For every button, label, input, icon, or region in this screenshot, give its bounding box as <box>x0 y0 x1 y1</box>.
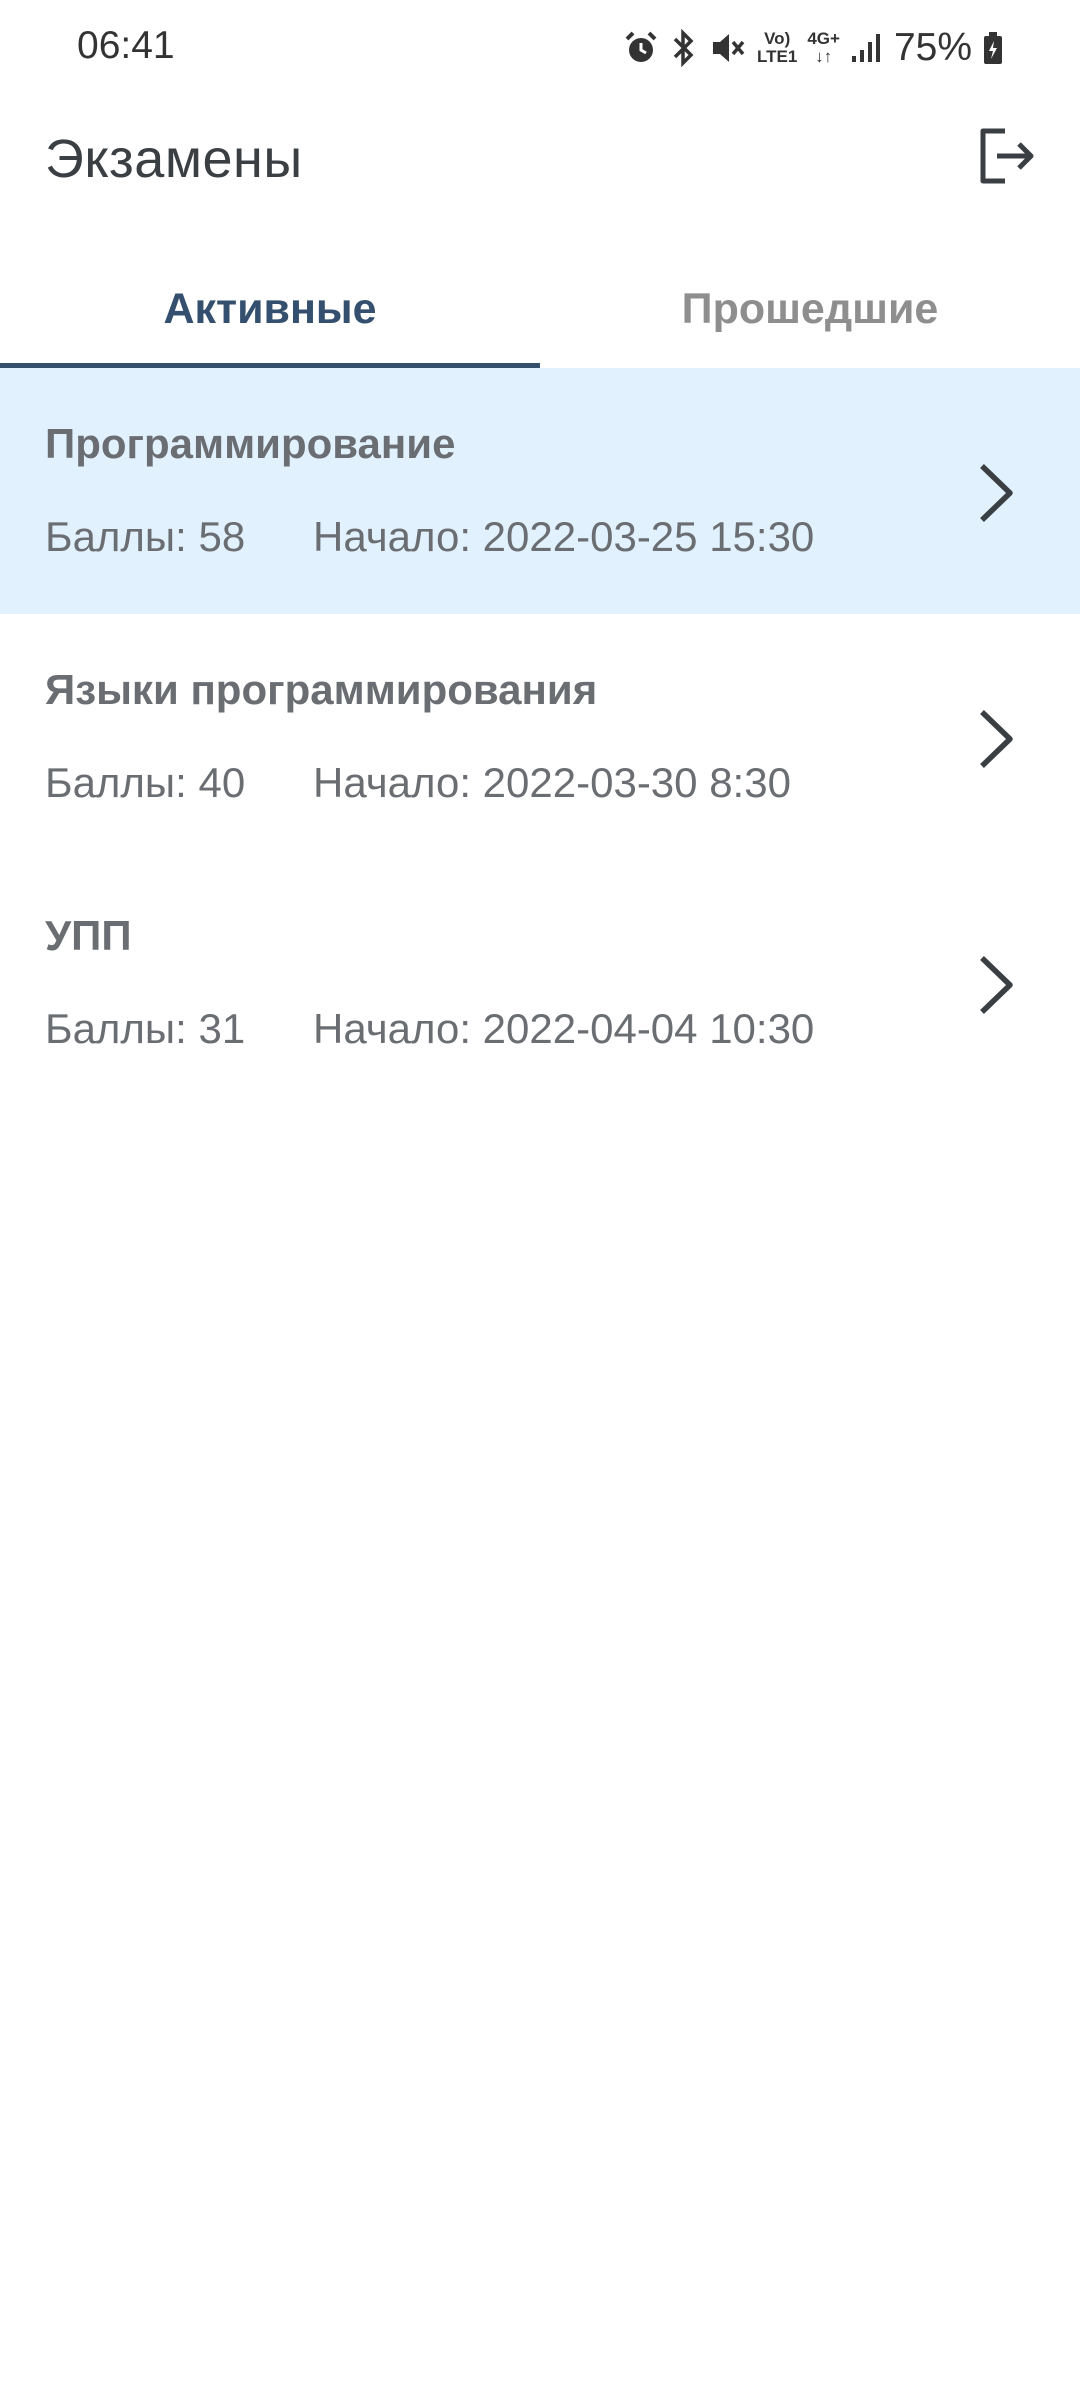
exam-score: Баллы: 58 <box>45 513 246 560</box>
exam-score: Баллы: 40 <box>45 759 246 806</box>
exam-list: Программирование Баллы: 58 Начало: 2022-… <box>0 368 1080 1106</box>
chevron-right-icon <box>980 710 1013 768</box>
exam-title: УПП <box>45 912 132 959</box>
exam-start: Начало: 2022-03-25 15:30 <box>313 513 815 560</box>
lte-label: LTE1 <box>757 47 798 66</box>
battery-icon <box>982 31 1004 65</box>
logout-button[interactable] <box>970 120 1042 192</box>
bluetooth-icon <box>669 29 699 67</box>
data-arrows: ↓↑ <box>815 47 833 66</box>
volte-label: Vo) <box>764 29 791 48</box>
exam-title: Языки программирования <box>45 666 598 713</box>
mute-icon <box>709 29 747 67</box>
signal-icon <box>850 32 880 64</box>
page-title: Экзамены <box>45 129 303 189</box>
exam-item[interactable]: Программирование Баллы: 58 Начало: 2022-… <box>0 368 1080 614</box>
logout-icon <box>980 128 1034 184</box>
chevron-right-icon <box>980 464 1013 522</box>
volte-icon: Vo) LTE1 <box>757 30 797 66</box>
app-bar: Экзамены <box>0 110 1080 206</box>
exam-title: Программирование <box>45 420 456 467</box>
exam-item[interactable]: Языки программирования Баллы: 40 Начало:… <box>0 614 1080 860</box>
exam-meta: Баллы: 40 Начало: 2022-03-30 8:30 <box>45 759 791 807</box>
data-type-label: 4G+ <box>807 29 840 48</box>
data-icon: 4G+ ↓↑ <box>807 30 840 66</box>
tab-active[interactable]: Активные <box>0 250 540 368</box>
exam-meta: Баллы: 58 Начало: 2022-03-25 15:30 <box>45 513 814 561</box>
tab-past-label: Прошедшие <box>681 284 939 333</box>
battery-percent: 75% <box>893 26 972 69</box>
status-bar: 06:41 Vo) LTE1 4G+ ↓↑ 75% <box>0 0 1080 96</box>
screen: 06:41 Vo) LTE1 4G+ ↓↑ 75% Экзамены Актив… <box>0 0 1080 2400</box>
alarm-icon <box>623 30 659 66</box>
exam-item[interactable]: УПП Баллы: 31 Начало: 2022-04-04 10:30 <box>0 860 1080 1106</box>
exam-score: Баллы: 31 <box>45 1005 246 1052</box>
tab-past[interactable]: Прошедшие <box>540 250 1080 368</box>
exam-start: Начало: 2022-04-04 10:30 <box>313 1005 815 1052</box>
status-time: 06:41 <box>77 24 175 67</box>
tab-bar: Активные Прошедшие <box>0 250 1080 368</box>
exam-meta: Баллы: 31 Начало: 2022-04-04 10:30 <box>45 1005 814 1053</box>
tab-active-label: Активные <box>163 284 377 333</box>
exam-start: Начало: 2022-03-30 8:30 <box>313 759 791 806</box>
status-icons: Vo) LTE1 4G+ ↓↑ 75% <box>623 22 1004 74</box>
chevron-right-icon <box>980 956 1013 1014</box>
